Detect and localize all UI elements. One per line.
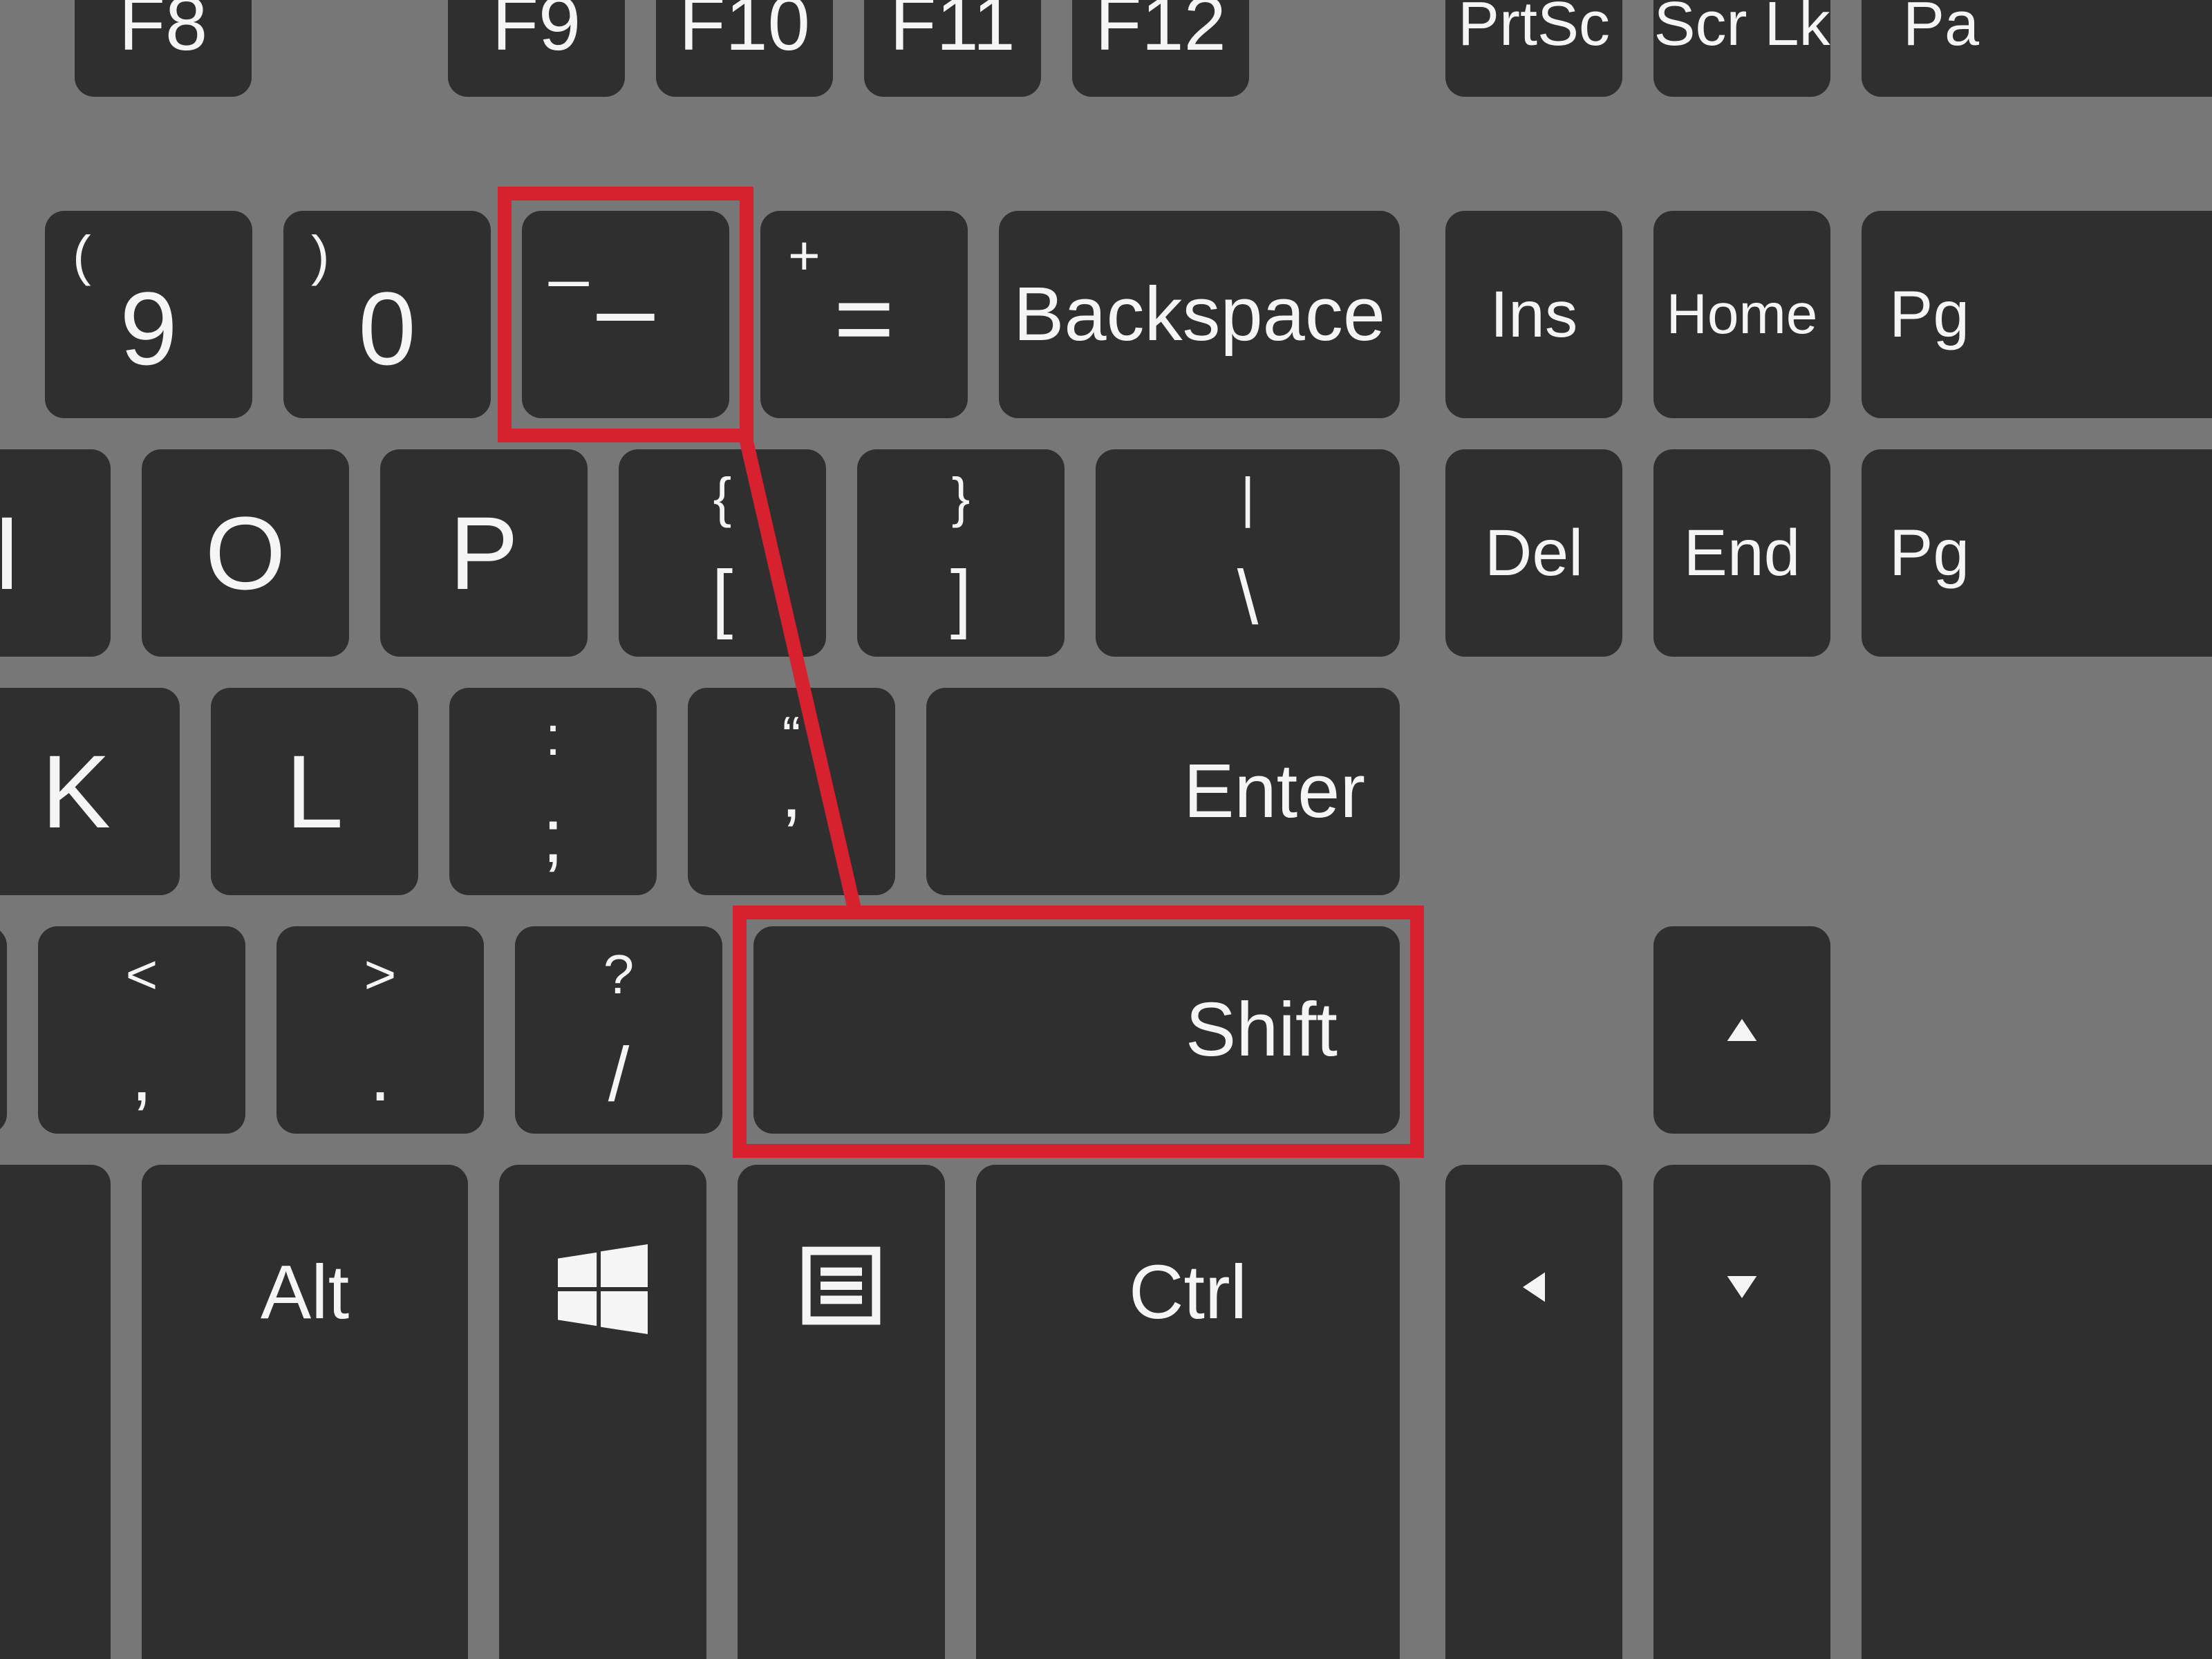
windows-key[interactable]: [499, 1165, 706, 1659]
ins-key[interactable]: Ins: [1445, 211, 1622, 418]
slash-lower: /: [515, 1037, 722, 1113]
minus-lower: –: [522, 256, 729, 359]
ctrl-key[interactable]: Ctrl: [976, 1165, 1400, 1659]
k-key[interactable]: K: [0, 688, 180, 895]
f9-label: F9: [492, 0, 581, 62]
i-key[interactable]: I: [0, 449, 111, 657]
comma-upper: <: [38, 947, 245, 1002]
shift-key[interactable]: Shift: [753, 926, 1400, 1134]
p-key[interactable]: P: [380, 449, 588, 657]
o-key[interactable]: O: [142, 449, 349, 657]
bottom-blank-left[interactable]: [0, 1165, 111, 1659]
arrow-down-icon: [1653, 1265, 1830, 1309]
m-key-partial[interactable]: M: [0, 926, 7, 1134]
nine-upper: (: [73, 228, 91, 283]
alt-label: Alt: [261, 1250, 349, 1335]
arrow-right-key-partial[interactable]: [1862, 1165, 2212, 1659]
nine-lower: 9: [45, 276, 252, 380]
f11-key[interactable]: F11: [864, 0, 1041, 97]
slash-upper: ?: [515, 947, 722, 1002]
arrow-up-icon: [1653, 926, 1830, 1134]
bracket-close-key[interactable]: } ]: [857, 449, 1065, 657]
keyboard-diagram: F8 F9 F10 F11 F12 PrtSc Scr Lk Pa ( 9 ) …: [0, 0, 2212, 1659]
f12-key[interactable]: F12: [1072, 0, 1249, 97]
period-key[interactable]: > .: [276, 926, 484, 1134]
f8-key[interactable]: F8: [75, 0, 252, 97]
bracket-open-upper: {: [619, 470, 826, 525]
f12-label: F12: [1095, 0, 1226, 62]
f11-label: F11: [890, 0, 1015, 62]
windows-icon: [499, 1244, 706, 1334]
prtsc-label: PrtSc: [1458, 0, 1610, 55]
del-key[interactable]: Del: [1445, 449, 1622, 657]
f8-label: F8: [119, 0, 207, 62]
backspace-label: Backspace: [1013, 276, 1385, 353]
slash-key[interactable]: ? /: [515, 926, 722, 1134]
prtsc-key[interactable]: PrtSc: [1445, 0, 1622, 97]
backspace-key[interactable]: Backspace: [999, 211, 1400, 418]
p-label: P: [449, 501, 518, 605]
shift-label: Shift: [1185, 992, 1338, 1068]
f10-label: F10: [679, 0, 810, 62]
bracket-open-lower: [: [619, 560, 826, 636]
scrlk-label: Scr Lk: [1653, 0, 1830, 55]
period-lower: .: [276, 1037, 484, 1113]
alt-key[interactable]: Alt: [142, 1165, 468, 1659]
quote-lower: ’: [688, 798, 895, 874]
context-menu-icon: [738, 1244, 945, 1327]
pgup-key-partial[interactable]: Pg: [1862, 211, 2212, 418]
del-label: Del: [1485, 521, 1584, 586]
quote-upper: “: [688, 709, 895, 764]
comma-lower: ,: [38, 1037, 245, 1113]
semicolon-key[interactable]: : ;: [449, 688, 657, 895]
equals-lower: =: [760, 266, 968, 370]
o-label: O: [205, 501, 286, 605]
backslash-key[interactable]: | \: [1096, 449, 1400, 657]
pgup-label-partial: Pg: [1889, 282, 1969, 348]
l-key[interactable]: L: [211, 688, 418, 895]
minus-key[interactable]: _ –: [522, 211, 729, 418]
k-label: K: [41, 740, 111, 843]
home-label: Home: [1667, 286, 1818, 343]
arrow-down-key[interactable]: [1653, 1165, 1830, 1659]
quote-key[interactable]: “ ’: [688, 688, 895, 895]
pgdn-label-partial: Pg: [1889, 521, 1969, 586]
pause-key-partial[interactable]: Pa: [1862, 0, 2212, 97]
arrow-left-key[interactable]: [1445, 1165, 1622, 1659]
arrow-left-icon: [1445, 1265, 1622, 1309]
bracket-close-lower: ]: [857, 560, 1065, 636]
bracket-open-key[interactable]: { [: [619, 449, 826, 657]
zero-lower: 0: [283, 276, 491, 380]
nine-key[interactable]: ( 9: [45, 211, 252, 418]
backslash-lower: \: [1096, 560, 1400, 636]
context-menu-key[interactable]: [738, 1165, 945, 1659]
pgdn-key-partial[interactable]: Pg: [1862, 449, 2212, 657]
f9-key[interactable]: F9: [448, 0, 625, 97]
semicolon-upper: :: [449, 709, 657, 764]
end-label: End: [1683, 521, 1800, 586]
i-label: I: [0, 501, 21, 605]
arrow-up-key[interactable]: [1653, 926, 1830, 1134]
home-key[interactable]: Home: [1653, 211, 1830, 418]
equals-key[interactable]: + =: [760, 211, 968, 418]
f10-key[interactable]: F10: [656, 0, 833, 97]
bracket-close-upper: }: [857, 470, 1065, 525]
pause-label-partial: Pa: [1903, 0, 1979, 55]
period-upper: >: [276, 947, 484, 1002]
end-key[interactable]: End: [1653, 449, 1830, 657]
ins-label: Ins: [1490, 282, 1578, 348]
comma-key[interactable]: < ,: [38, 926, 245, 1134]
l-label: L: [285, 740, 343, 843]
ctrl-label: Ctrl: [1129, 1250, 1247, 1335]
zero-upper: ): [311, 228, 330, 283]
backslash-upper: |: [1096, 470, 1400, 525]
zero-key[interactable]: ) 0: [283, 211, 491, 418]
enter-key[interactable]: Enter: [926, 688, 1400, 895]
enter-label: Enter: [1183, 753, 1365, 830]
semicolon-lower: ;: [449, 798, 657, 874]
scrlk-key[interactable]: Scr Lk: [1653, 0, 1830, 97]
